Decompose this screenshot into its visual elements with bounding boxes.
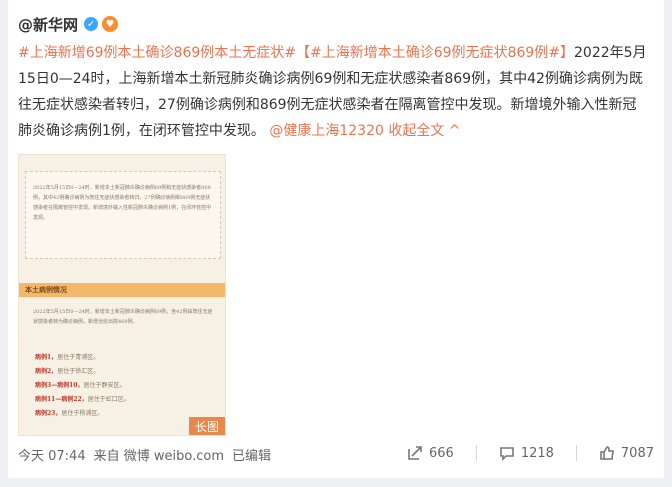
case-line: 病例1，居住于青浦区。 [35, 354, 100, 361]
long-image-badge: 长图 [189, 417, 225, 435]
thumbs-up-icon [600, 446, 614, 460]
post-actions: 666 1218 7087 [407, 445, 654, 461]
divider [475, 445, 477, 461]
post-header: @新华网 ✓ ♥ [18, 12, 119, 36]
weibo-post-card: @新华网 ✓ ♥ #上海新增69例本土确诊869例本土无症状#【#上海新增本土确… [8, 0, 664, 478]
post-time[interactable]: 今天 07:44 [18, 445, 86, 464]
case-line: 病例11—病例22，居住于虹口区。 [35, 396, 130, 403]
comment-icon [500, 447, 514, 461]
image-section-title: 本土病例情况 [25, 285, 67, 294]
share-count: 666 [428, 445, 454, 461]
verified-icon: ✓ [84, 17, 99, 31]
image-doc-paragraph-1: 2022年5月15日0—24时，新增本土新冠肺炎确诊病例69例和无症状感染者86… [33, 185, 212, 221]
image-doc-paragraph-2: 2022年5月15日0—24时，新增本土新冠肺炎确诊病例69例，含42例由既往无… [33, 309, 213, 325]
mention-link[interactable]: @健康上海12320 [269, 123, 384, 139]
case-line: 病例23，居住于杨浦区。 [35, 410, 104, 417]
hashtag-link-1[interactable]: #上海新增69例本土确诊869例本土无症状# [18, 45, 296, 61]
like-count: 7087 [620, 445, 654, 461]
comment-count: 1218 [520, 445, 554, 461]
post-text: #上海新增69例本土确诊869例本土无症状#【#上海新增本土确诊69例无症状86… [18, 40, 648, 144]
image-case-list: 病例1，居住于青浦区。 病例2，居住于徐汇区。 病例3—病例10，居住于静安区。… [35, 351, 215, 421]
share-icon [408, 446, 422, 460]
share-button[interactable]: 666 [407, 445, 454, 461]
comment-button[interactable]: 1218 [499, 445, 554, 461]
post-image[interactable]: 2022年5月15日0—24时，新增本土新冠肺炎确诊病例69例和无症状感染者86… [18, 154, 226, 436]
like-button[interactable]: 7087 [599, 445, 654, 461]
collapse-button[interactable]: 收起全文 ^ [388, 123, 460, 139]
hashtag-link-2[interactable]: 【#上海新增本土确诊69例无症状869例#】 [296, 45, 574, 61]
divider [575, 445, 577, 461]
edited-label[interactable]: 已编辑 [232, 445, 271, 464]
post-meta: 今天 07:44 来自 微博 weibo.com 已编辑 [18, 445, 271, 464]
username[interactable]: @新华网 [18, 14, 78, 35]
case-line: 病例2，居住于徐汇区。 [35, 368, 100, 375]
fan-badge-icon[interactable]: ♥ [102, 16, 119, 32]
post-source[interactable]: 来自 微博 weibo.com [94, 445, 224, 464]
post-footer: 今天 07:44 来自 微博 weibo.com 已编辑 666 1218 70… [18, 445, 654, 464]
image-section-band: 本土病例情况 [19, 283, 225, 297]
case-line: 病例3—病例10，居住于静安区。 [35, 382, 126, 389]
